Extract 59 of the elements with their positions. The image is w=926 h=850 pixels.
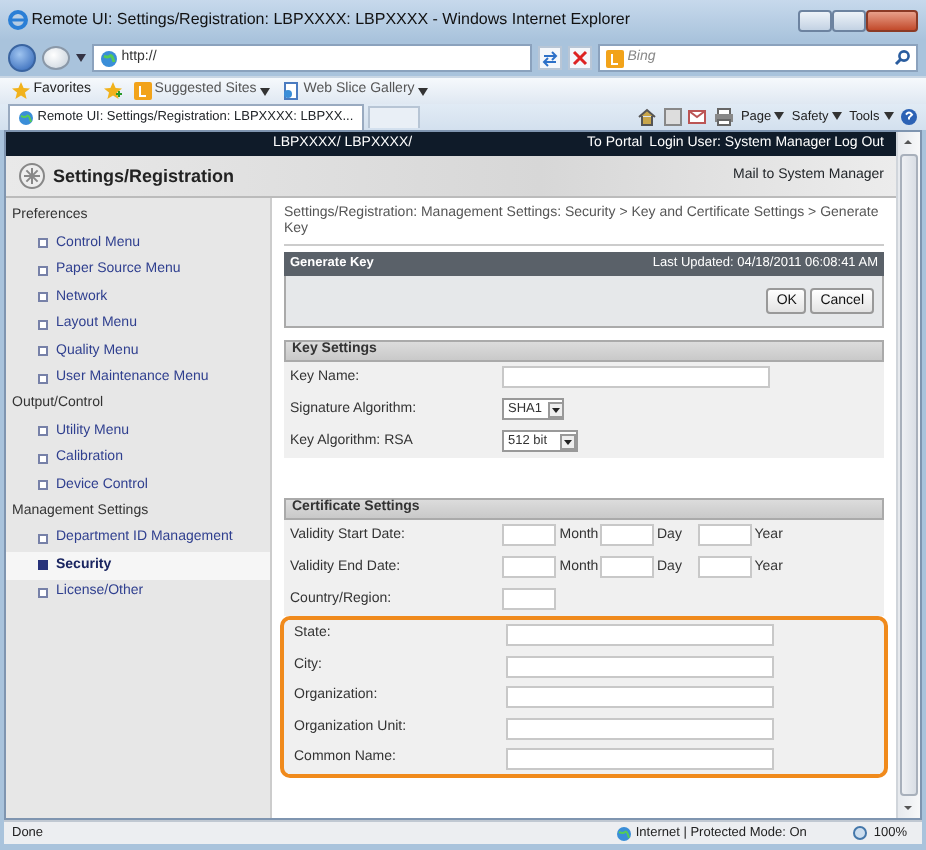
caret-icon (260, 87, 271, 95)
bullet-icon (38, 265, 48, 276)
date-field[interactable] (502, 524, 556, 547)
date-field[interactable] (502, 556, 556, 579)
bullet-icon (38, 238, 48, 249)
settings-icon (18, 162, 46, 190)
date-field[interactable] (697, 524, 751, 547)
caret-icon (832, 112, 843, 121)
back-button[interactable] (8, 44, 36, 72)
bullet-icon (38, 319, 48, 330)
text-field[interactable] (506, 686, 774, 709)
text-field[interactable] (502, 588, 556, 611)
bullet-icon (38, 480, 48, 491)
refresh-icon[interactable] (538, 46, 562, 70)
date-field[interactable] (599, 556, 654, 579)
dropdown-arrow-icon (560, 433, 576, 450)
minimize-button[interactable] (798, 9, 832, 31)
globe-icon (100, 49, 118, 67)
magnifier-icon[interactable] (852, 825, 871, 841)
text-field[interactable] (502, 366, 770, 389)
star-icon (12, 82, 30, 100)
text-field[interactable] (506, 624, 774, 647)
browser-logo-icon (8, 10, 28, 30)
text-field[interactable] (506, 717, 774, 740)
globe-icon (616, 825, 633, 841)
page-title: Settings/Registration (53, 165, 237, 187)
home-icon[interactable] (638, 108, 657, 126)
search-icon[interactable] (894, 50, 910, 66)
maximize-button[interactable] (832, 9, 866, 31)
bullet-icon (38, 373, 48, 384)
add-favorite-icon[interactable] (103, 82, 122, 100)
help-icon[interactable] (900, 108, 918, 126)
printer-icon[interactable] (713, 108, 734, 126)
text-field[interactable] (506, 655, 774, 678)
bullet-icon (38, 587, 48, 598)
caret-icon (883, 112, 893, 121)
bullet-icon (38, 533, 48, 544)
page-icon (282, 82, 301, 100)
window-title: Remote UI: Settings/Registration: LBPXXXX: LBPXXXX - Windows Internet Explorer (31, 10, 630, 30)
dropdown-arrow-icon (547, 401, 564, 418)
caret-icon (418, 87, 429, 95)
globe-icon (18, 110, 34, 126)
scrollbar[interactable] (896, 132, 920, 818)
new-tab-button[interactable] (367, 106, 420, 128)
bullet-icon (38, 346, 48, 357)
caret-icon (774, 112, 785, 121)
search-provider-icon (606, 49, 624, 67)
bullet-icon (38, 426, 48, 437)
bullet-icon (38, 292, 48, 303)
bullet-icon (38, 560, 48, 571)
text-field[interactable] (506, 748, 774, 771)
stop-icon[interactable] (568, 46, 592, 70)
close-button[interactable] (866, 9, 918, 31)
dropdown-caret-icon[interactable] (76, 54, 86, 62)
feed-icon (133, 82, 152, 100)
date-field[interactable] (599, 524, 654, 547)
bullet-icon (38, 453, 48, 464)
mail-icon[interactable] (688, 110, 707, 124)
date-field[interactable] (697, 556, 751, 579)
